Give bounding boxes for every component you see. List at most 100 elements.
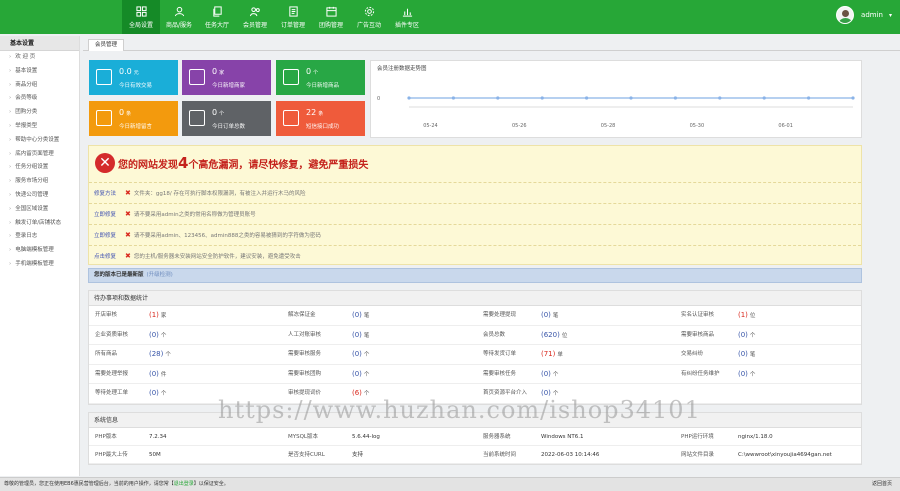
stat-count[interactable]: (0) (541, 370, 551, 378)
upgrade-check-link[interactable]: (升级检测) (147, 272, 173, 278)
sidebar-item[interactable]: 基本设置 (0, 65, 79, 79)
stat-card[interactable]: 0 个今日订单总数 (182, 101, 271, 136)
chart-icon (402, 8, 412, 17)
stat-cell-value: (0) 个 (535, 365, 675, 384)
members-icon (249, 6, 260, 16)
stat-cell-label: 实名认证审核 (675, 306, 732, 326)
stat-card[interactable]: 22 条短信接口成功 (276, 101, 365, 136)
stat-count[interactable]: (0) (149, 331, 159, 339)
nav-item-7[interactable]: 插件专区 (388, 0, 426, 34)
stat-count[interactable]: (0) (352, 350, 362, 358)
plus-box-icon (283, 110, 299, 126)
data-point (718, 96, 722, 100)
stat-cell-value: (71) 单 (535, 345, 675, 365)
nav-item-6[interactable]: 广告互动 (350, 0, 388, 34)
nav-item-3[interactable]: 会员管理 (236, 0, 274, 34)
sidebar-item[interactable]: 快递公司管理 (0, 189, 79, 203)
stat-cell-label: 有纠纷任务维护 (675, 365, 732, 384)
sidebar-item[interactable]: 服务市场分组 (0, 175, 79, 189)
fix-link[interactable]: 立即修复 (89, 210, 125, 218)
sidebar-item[interactable]: 手机端模板管理 (0, 258, 79, 272)
sidebar-item[interactable]: 任务分组设置 (0, 161, 79, 175)
stat-card[interactable]: 0 条今日新增留言 (89, 101, 178, 136)
chevron-down-icon[interactable]: ▾ (889, 12, 892, 19)
nav-item-0[interactable]: 全局设置 (122, 0, 160, 34)
sidebar-item[interactable]: 举报类型 (0, 120, 79, 134)
stat-cell-label: 企业资质审核 (89, 326, 143, 345)
sidebar-item[interactable]: 团购分类 (0, 106, 79, 120)
user-name[interactable]: admin (861, 11, 883, 19)
stat-cell-label: 需要处理举报 (89, 365, 143, 384)
sysinfo-label: PHP最大上传 (89, 446, 143, 464)
nav-item-4[interactable]: 订单管理 (274, 0, 312, 34)
stat-count[interactable]: (0) (149, 389, 159, 397)
sidebar-item[interactable]: 欢 迎 页 (0, 51, 79, 65)
stat-count[interactable]: (0) (352, 370, 362, 378)
stat-count[interactable]: (1) (738, 311, 748, 319)
stat-number: 22 (306, 108, 317, 117)
nav-item-2[interactable]: 任务大厅 (198, 0, 236, 34)
sidebar-item[interactable]: 电脑端模板管理 (0, 244, 79, 258)
stat-count-unit: 笔 (749, 352, 756, 358)
nav-item-1[interactable]: 商品/服务 (160, 0, 198, 34)
fix-link[interactable]: 修复方法 (89, 189, 125, 197)
nav-label: 团购管理 (318, 21, 343, 29)
stat-card[interactable]: 0 家今日新增商家 (182, 60, 271, 95)
back-home-link[interactable]: 返回首页 (872, 478, 892, 491)
stat-cell-value: (1) 家 (143, 306, 282, 326)
logout-link[interactable]: 退出登录 (174, 481, 194, 487)
fix-link[interactable]: 立即修复 (89, 231, 125, 239)
sidebar-item[interactable]: 帮助中心分类设置 (0, 134, 79, 148)
sysinfo-value: 2022-06-03 10:14:46 (535, 446, 675, 464)
stat-value: 0个 (212, 108, 224, 117)
stat-count[interactable]: (0) (541, 311, 551, 319)
warning-text: 您的主机/服务器未安装网站安全防护软件，建议安装，避免遭受攻击 (133, 253, 301, 260)
stat-cell-label: 需要审核服务 (282, 345, 346, 365)
stat-cell-label: 需要处理提现 (477, 306, 535, 326)
sidebar-item[interactable]: 触发订单/店铺状态 (0, 217, 79, 231)
x-icon: ✖ (125, 230, 131, 239)
x-icon: ✖ (125, 209, 131, 218)
stat-number: 0 (306, 67, 312, 76)
x-tick-label: 05-30 (690, 123, 705, 129)
tab-member-management[interactable]: 会员管理 (88, 39, 125, 51)
stat-count[interactable]: (620) (541, 331, 560, 339)
sidebar-item[interactable]: 商品分组 (0, 79, 79, 93)
stat-cell-label: 等待发货订单 (477, 345, 535, 365)
sidebar-item[interactable]: 登录日志 (0, 230, 79, 244)
stat-label: 今日新增商家 (212, 83, 246, 89)
main-nav: 全局设置 商品/服务 任务大厅 会员管理 订单管理 团购管理 广告互动 插件专区 (122, 0, 426, 34)
version-text: 您的版本已是最新版 (94, 272, 144, 278)
stat-count[interactable]: (0) (352, 331, 362, 339)
sidebar-item[interactable]: 会员等级 (0, 92, 79, 106)
avatar[interactable] (836, 6, 855, 24)
nav-label: 订单管理 (280, 21, 305, 29)
stat-count[interactable]: (1) (149, 311, 159, 319)
stat-count[interactable]: (71) (541, 350, 555, 358)
user-menu[interactable]: admin ▾ (836, 6, 892, 24)
nav-label: 全局设置 (128, 21, 153, 29)
user-icon (174, 6, 184, 16)
stat-cell-label: 所有商品 (89, 345, 143, 365)
stat-count[interactable]: (0) (149, 370, 159, 378)
stat-count[interactable]: (0) (352, 311, 362, 319)
stat-count-unit: 家 (160, 313, 167, 319)
nav-label: 任务大厅 (204, 21, 229, 29)
nav-item-5[interactable]: 团购管理 (312, 0, 350, 34)
stat-count-unit: 件 (160, 371, 167, 378)
data-point (762, 96, 766, 100)
stats-table: 开店审核 (1) 家解冻保证金 (0) 笔需要处理提现 (0) 笔实名认证审核 (1) 位企业资… (89, 306, 861, 404)
data-point (629, 96, 633, 100)
stat-cell-value: (0) 笔 (346, 326, 477, 345)
stat-count[interactable]: (0) (738, 331, 748, 339)
sidebar-item[interactable]: 底内留页面管理 (0, 148, 79, 162)
stat-count[interactable]: (28) (149, 350, 163, 358)
stat-card[interactable]: 0.0 元今日有效交易 (89, 60, 178, 95)
sysinfo-value: 5.6.44-log (346, 428, 477, 446)
fix-link[interactable]: 点击修复 (89, 252, 125, 260)
stat-count[interactable]: (0) (738, 350, 748, 358)
stat-count[interactable]: (0) (738, 370, 748, 378)
stat-cell-value: (1) 位 (732, 306, 861, 326)
sidebar-item[interactable]: 全国区域设置 (0, 203, 79, 217)
stat-card[interactable]: 0 个今日新增商品 (276, 60, 365, 95)
